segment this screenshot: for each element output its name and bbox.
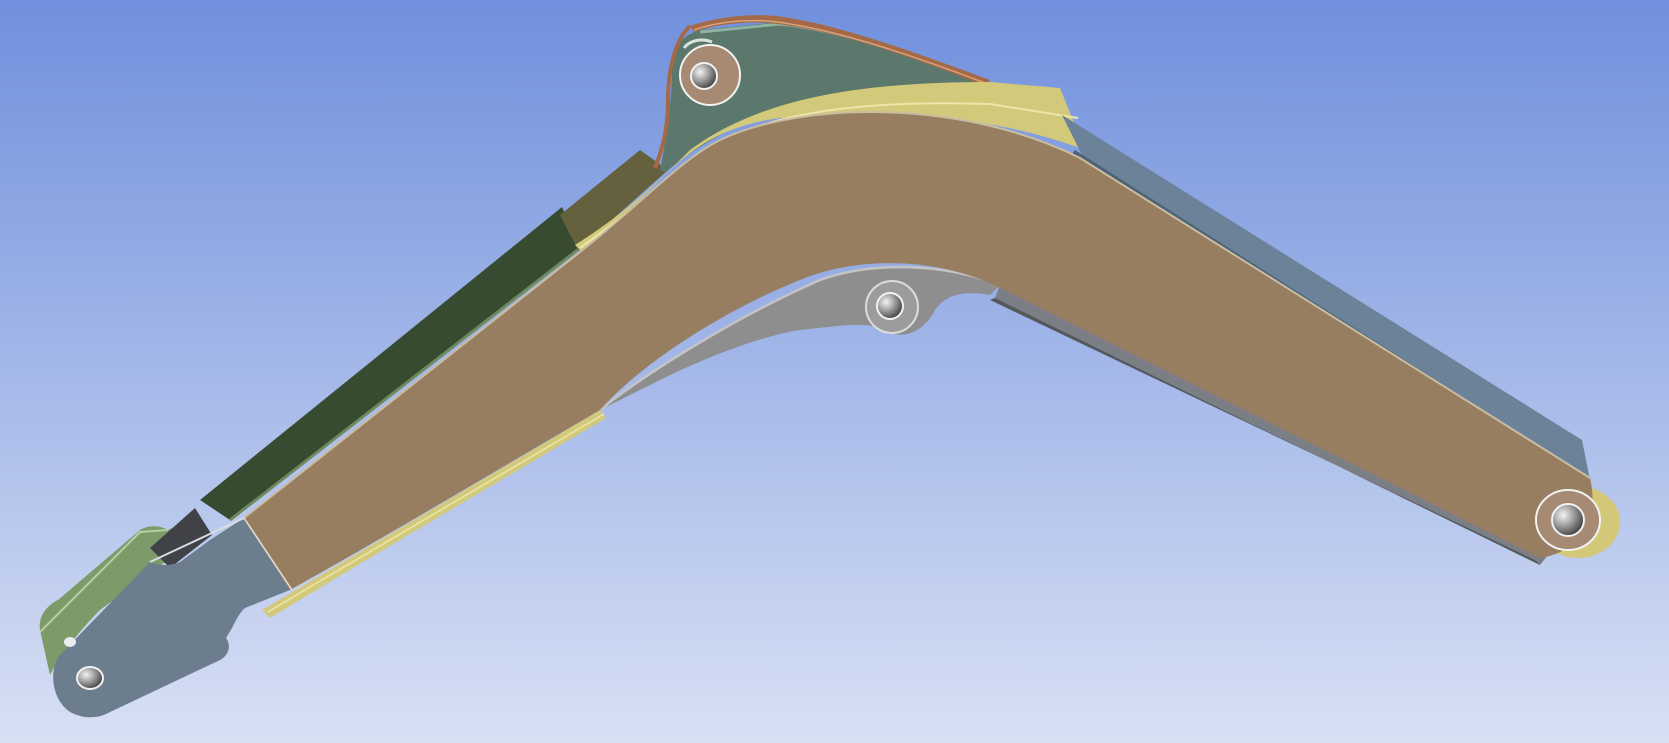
cad-viewport[interactable]	[0, 0, 1669, 743]
right-end-pin-hole[interactable]	[1551, 503, 1585, 537]
left-end-side-hole	[64, 637, 76, 647]
boom-model-canvas[interactable]	[0, 0, 1669, 743]
top-pin-hole[interactable]	[690, 62, 718, 90]
left-end-pin-hole[interactable]	[76, 666, 104, 690]
lower-pin-hole[interactable]	[876, 292, 904, 320]
